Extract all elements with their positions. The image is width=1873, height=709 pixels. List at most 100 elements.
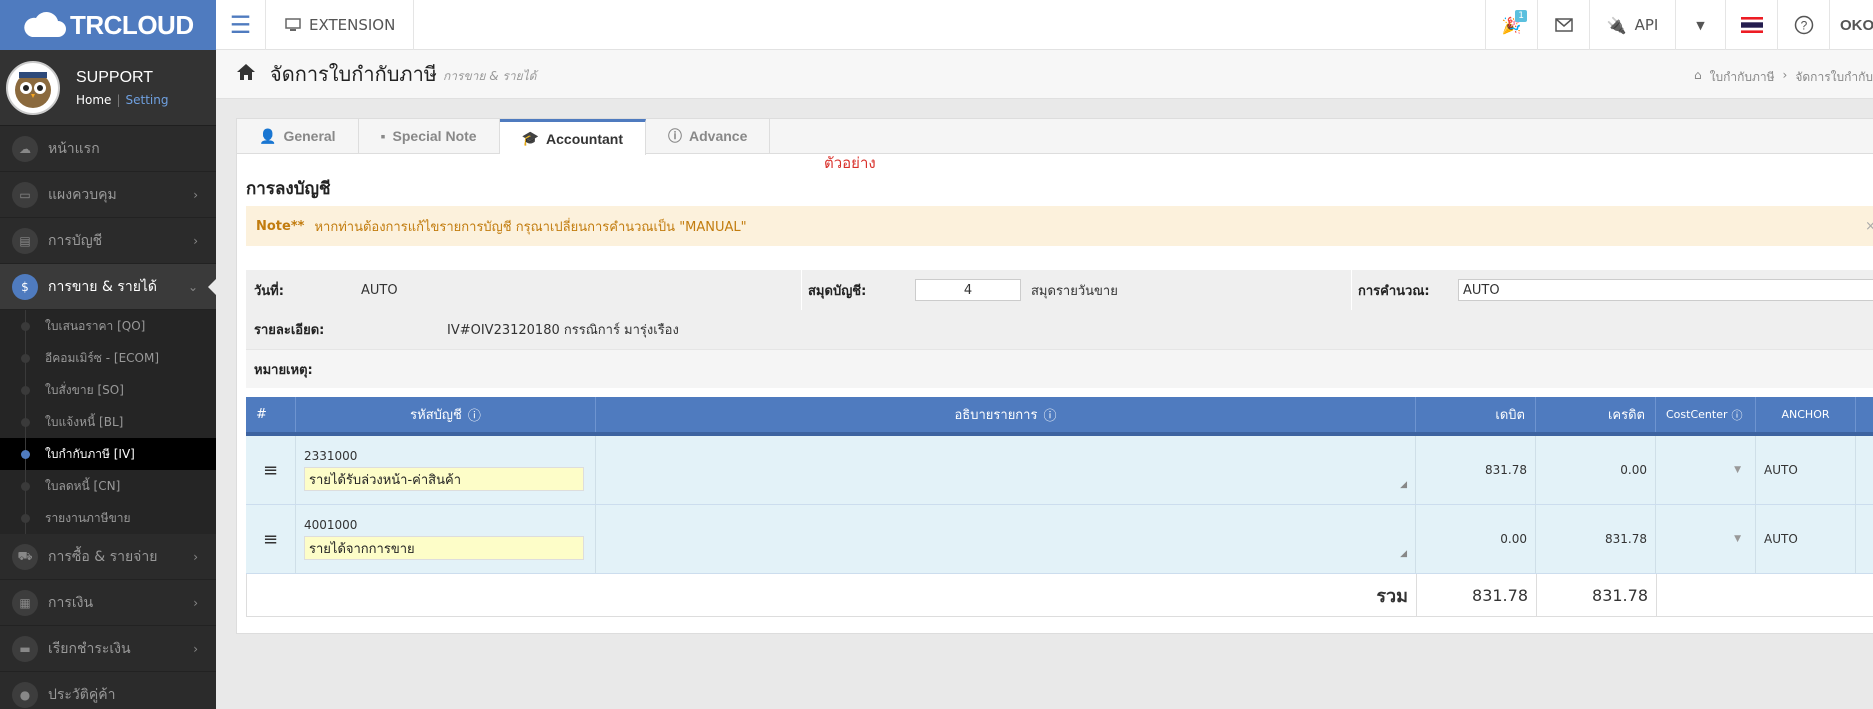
info-square-icon: ⓘ bbox=[668, 128, 683, 144]
calc-select[interactable]: AUTO ⌄ bbox=[1458, 279, 1873, 301]
breadcrumb-separator: › bbox=[1782, 68, 1788, 82]
monitor-icon bbox=[285, 18, 301, 31]
sidebar-item-accounting[interactable]: ▤ การบัญชี › bbox=[0, 218, 216, 264]
breadcrumb: ⌂ ใบกำกับภาษี › จัดการใบกำกับ bbox=[1694, 68, 1873, 87]
sidebar-item-sales[interactable]: $ การขาย & รายได้ ⌄ bbox=[0, 264, 216, 310]
close-icon[interactable]: × bbox=[1865, 219, 1873, 234]
monitor-icon: ▭ bbox=[12, 181, 38, 208]
dropdown-button[interactable]: ▼ bbox=[1675, 0, 1725, 50]
breadcrumb-item[interactable]: ใบกำกับภาษี bbox=[1710, 68, 1775, 87]
cloud-logo-icon bbox=[24, 12, 66, 37]
language-button[interactable] bbox=[1725, 0, 1777, 50]
setting-link[interactable]: Setting bbox=[125, 93, 168, 107]
col-description-label: อธิบายรายการ bbox=[954, 408, 1038, 423]
sidebar-item-purchases[interactable]: ⛟ การซื้อ & รายจ่าย › bbox=[0, 534, 216, 580]
top-bar: TRCLOUD ☰ EXTENSION 🎉 1 🔌 API ▼ ? OKOL bbox=[0, 0, 1873, 50]
col-account: รหัสบัญชี ⓘ bbox=[296, 397, 596, 432]
notification-button[interactable]: 🎉 1 bbox=[1485, 0, 1537, 50]
home-link[interactable]: Home bbox=[76, 93, 111, 107]
debit-cell[interactable]: 831.78 bbox=[1416, 436, 1536, 504]
tab-label: Special Note bbox=[392, 128, 477, 144]
sidebar-subitem-sales-tax-report[interactable]: รายงานภาษีขาย bbox=[0, 502, 216, 534]
dollar-icon: $ bbox=[12, 273, 38, 300]
description-textarea[interactable]: ◢ bbox=[596, 505, 1416, 573]
info-icon[interactable]: ⓘ bbox=[1043, 405, 1056, 424]
info-icon[interactable]: ⓘ bbox=[1731, 407, 1742, 423]
sidebar-subitem-qo[interactable]: ใบเสนอราคา [QO] bbox=[0, 310, 216, 342]
sidebar-item-dashboard[interactable]: ▭ แผงควบคุม › bbox=[0, 172, 216, 218]
detail-value: IV#OIV23120180 กรรณิการ์ มารุ่งเรือง bbox=[447, 323, 679, 338]
form-row-remark: หมายเหตุ: bbox=[246, 349, 1873, 388]
tab-accountant[interactable]: 🎓 Accountant bbox=[499, 119, 647, 155]
sidebar-item-payment-request[interactable]: ▬ เรียกชำระเงิน › bbox=[0, 626, 216, 672]
api-label: API bbox=[1634, 16, 1659, 34]
tab-special-note[interactable]: ▪ Special Note bbox=[358, 119, 500, 153]
sidebar-subitem-label: ใบลดหนี้ [CN] bbox=[45, 478, 121, 493]
tab-general[interactable]: 👤 General bbox=[237, 119, 359, 153]
extra-cell bbox=[1856, 436, 1873, 504]
sidebar-item-label: ประวัติคู่ค้า bbox=[48, 686, 116, 703]
total-credit: 831.78 bbox=[1537, 574, 1657, 616]
logo[interactable]: TRCLOUD bbox=[0, 0, 216, 50]
avatar[interactable] bbox=[6, 60, 60, 115]
description-textarea[interactable]: ◢ bbox=[596, 436, 1416, 504]
credit-cell[interactable]: 0.00 bbox=[1536, 436, 1656, 504]
tab-advance[interactable]: ⓘ Advance bbox=[646, 119, 771, 153]
sidebar-item-home[interactable]: ☁ หน้าแรก bbox=[0, 126, 216, 172]
cost-center-select[interactable]: ▼ bbox=[1656, 505, 1756, 573]
sidebar-subitem-so[interactable]: ใบสั่งขาย [SO] bbox=[0, 374, 216, 406]
info-icon[interactable]: ⓘ bbox=[468, 405, 481, 424]
user-menu[interactable]: OKOL bbox=[1829, 0, 1873, 50]
menu-toggle-button[interactable]: ☰ bbox=[216, 0, 266, 50]
card-icon: ▬ bbox=[12, 635, 38, 662]
resize-handle-icon: ◢ bbox=[1400, 480, 1407, 490]
sidebar-subitem-bl[interactable]: ใบแจ้งหนี้ [BL] bbox=[0, 406, 216, 438]
sidebar-subitem-ecom[interactable]: อีคอมเมิร์ซ - [ECOM] bbox=[0, 342, 216, 374]
profile: SUPPORT Home | Setting bbox=[0, 50, 216, 126]
logo-text: TRCLOUD bbox=[70, 9, 194, 40]
drag-handle-icon[interactable]: ≡ bbox=[246, 436, 296, 504]
sample-label: ตัวอย่าง bbox=[824, 154, 876, 172]
sidebar-item-label: การซื้อ & รายจ่าย bbox=[48, 548, 158, 565]
drag-handle-icon[interactable]: ≡ bbox=[246, 505, 296, 573]
account-name-input[interactable]: รายได้จากการขาย bbox=[304, 536, 584, 560]
cost-center-select[interactable]: ▼ bbox=[1656, 436, 1756, 504]
sidebar-subitem-label: ใบแจ้งหนี้ [BL] bbox=[45, 414, 124, 429]
col-cost-center-label: CostCenter bbox=[1666, 408, 1728, 421]
tab-label: General bbox=[283, 128, 336, 144]
plug-icon: 🔌 bbox=[1606, 15, 1627, 35]
table-row: ≡ 4001000 รายได้จากการขาย ◢ 0.00 831.78 … bbox=[246, 505, 1873, 574]
detail-label: รายละเอียด: bbox=[254, 323, 325, 338]
anchor-cell: AUTO bbox=[1756, 436, 1856, 504]
mail-button[interactable] bbox=[1537, 0, 1589, 50]
sidebar-item-finance[interactable]: ▦ การเงิน › bbox=[0, 580, 216, 626]
journal-input-value: 4 bbox=[963, 282, 973, 298]
home-icon[interactable] bbox=[236, 63, 256, 85]
tab-label: Advance bbox=[689, 128, 748, 144]
sidebar-item-label: หน้าแรก bbox=[48, 140, 100, 157]
sidebar-item-label: การเงิน bbox=[48, 594, 94, 611]
cart-icon: ⛟ bbox=[12, 543, 38, 570]
account-name-input[interactable]: รายได้รับล่วงหน้า-ค่าสินค้า bbox=[304, 467, 584, 491]
journal-table: # รหัสบัญชี ⓘ อธิบายรายการ ⓘ เดบิต เครดิ… bbox=[246, 397, 1873, 617]
thai-flag-icon bbox=[1740, 17, 1763, 33]
hamburger-icon: ☰ bbox=[229, 11, 252, 39]
sidebar-subitem-cn[interactable]: ใบลดหนี้ [CN] bbox=[0, 470, 216, 502]
credit-cell[interactable]: 831.78 bbox=[1536, 505, 1656, 573]
journal-input[interactable]: 4 bbox=[915, 279, 1021, 301]
sticky-note-icon: ▪ bbox=[380, 128, 386, 144]
top-right-menu: 🎉 1 🔌 API ▼ ? OKOL bbox=[1485, 0, 1873, 50]
extension-button[interactable]: EXTENSION bbox=[267, 0, 415, 50]
debit-cell[interactable]: 0.00 bbox=[1416, 505, 1536, 573]
anchor-cell: AUTO bbox=[1756, 505, 1856, 573]
form-row-detail: รายละเอียด: IV#OIV23120180 กรรณิการ์ มาร… bbox=[246, 310, 1873, 349]
chevron-down-icon: ⌄ bbox=[187, 279, 198, 294]
home-icon[interactable]: ⌂ bbox=[1694, 68, 1702, 87]
sidebar-item-partner-history[interactable]: ● ประวัติคู่ค้า bbox=[0, 672, 216, 709]
user-icon: ● bbox=[12, 681, 38, 708]
api-button[interactable]: 🔌 API bbox=[1589, 0, 1675, 50]
help-button[interactable]: ? bbox=[1777, 0, 1829, 50]
sidebar-subitem-iv[interactable]: ใบกำกับภาษี [IV] bbox=[0, 438, 216, 470]
tab-bar: 👤 General ▪ Special Note 🎓 Accountant ⓘ … bbox=[237, 119, 1873, 155]
main-panel: 👤 General ▪ Special Note 🎓 Accountant ⓘ … bbox=[236, 118, 1873, 634]
